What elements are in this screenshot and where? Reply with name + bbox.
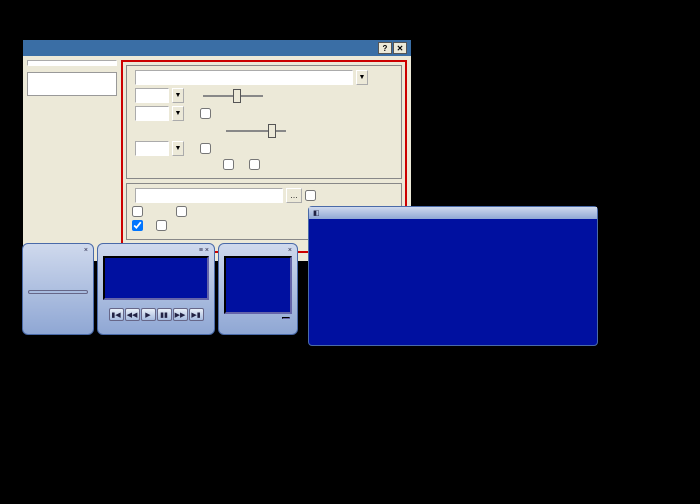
options-tree[interactable]	[27, 60, 117, 66]
pause-button[interactable]: ▮▮	[157, 308, 172, 321]
src-slider[interactable]	[226, 124, 286, 138]
un4seen-logo	[27, 72, 117, 96]
noise-checkbox[interactable]	[249, 159, 263, 170]
samplerate-dropdown-icon[interactable]: ▼	[172, 88, 184, 103]
downmix-checkbox[interactable]	[200, 143, 214, 154]
main-module: ≡ × ▮◀ ◀◀ ▶ ▮▮ ▶▶ ▶▮	[97, 243, 215, 335]
resolution-dropdown-icon[interactable]: ▼	[172, 141, 184, 156]
queue-module: ×	[218, 243, 298, 335]
directory-field[interactable]	[135, 188, 283, 203]
close-button[interactable]: ✕	[393, 42, 407, 54]
info-corner-icon[interactable]: ◧	[313, 209, 320, 217]
help-button[interactable]: ?	[378, 42, 392, 54]
track-scroll	[105, 258, 207, 260]
ff-button[interactable]: ▶▶	[173, 308, 188, 321]
next-button[interactable]: ▶▮	[189, 308, 204, 321]
dither-checkbox[interactable]	[223, 159, 237, 170]
eq-close-icon[interactable]: ×	[84, 247, 88, 254]
resolution-field[interactable]	[135, 141, 169, 156]
prev-button[interactable]: ▮◀	[109, 308, 124, 321]
sep-mod-checkbox[interactable]	[156, 220, 170, 231]
queue-list[interactable]	[224, 256, 292, 314]
samplerate-field[interactable]	[135, 88, 169, 103]
device-select[interactable]	[135, 70, 353, 85]
titlebar[interactable]: ? ✕	[23, 40, 411, 56]
use-source-res-checkbox[interactable]	[132, 220, 146, 231]
info-panel: ◧	[308, 206, 598, 346]
apply-all-checkbox[interactable]	[200, 108, 214, 119]
output-group: ▼ ▼ ▼	[126, 65, 402, 179]
main-close-icon[interactable]: ≡ ×	[199, 247, 209, 254]
source-checkbox[interactable]	[305, 190, 319, 201]
play-button[interactable]: ▶	[141, 308, 156, 321]
browse-button[interactable]: …	[286, 188, 302, 203]
lcd-display	[103, 256, 209, 300]
remove-ext-checkbox[interactable]	[176, 206, 190, 217]
buffer-slider[interactable]	[203, 89, 263, 103]
channels-field[interactable]	[135, 106, 169, 121]
device-dropdown-icon[interactable]: ▼	[356, 70, 368, 85]
auto-filename-checkbox[interactable]	[132, 206, 146, 217]
info-tabs[interactable]: ◧	[309, 207, 597, 219]
equalizer-module: ×	[22, 243, 94, 335]
info-body	[309, 219, 597, 231]
xmplay-player: × ≡ × ▮◀ ◀◀ ▶ ▮▮ ▶▶ ▶▮ ×	[22, 243, 302, 343]
queue-close-icon[interactable]: ×	[288, 247, 292, 254]
channels-dropdown-icon[interactable]: ▼	[172, 106, 184, 121]
queue-time	[282, 317, 290, 319]
dynamic-toggle[interactable]	[28, 290, 88, 294]
rw-button[interactable]: ◀◀	[125, 308, 140, 321]
